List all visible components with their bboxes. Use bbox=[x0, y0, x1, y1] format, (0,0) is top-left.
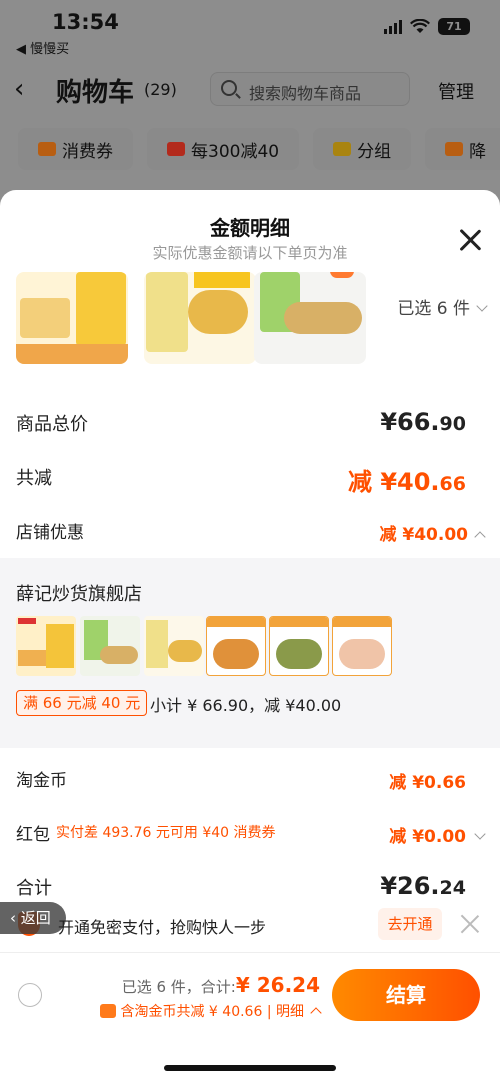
folder-icon bbox=[333, 142, 352, 156]
sheet-title: 金额明细 bbox=[210, 216, 290, 240]
search-icon bbox=[221, 80, 237, 96]
product-thumbnail bbox=[269, 616, 329, 676]
discount-icon bbox=[167, 142, 185, 156]
select-all-checkbox[interactable] bbox=[18, 983, 42, 1007]
filter-chips: 消费券 每300减40 分组 降 bbox=[18, 128, 500, 170]
home-indicator bbox=[164, 1065, 336, 1071]
price-drop-icon bbox=[445, 142, 464, 156]
status-icons: 71 bbox=[384, 18, 470, 35]
discount-detail-link[interactable]: 含淘金币共减 ¥ 40.66 | 明细 bbox=[100, 1001, 322, 1021]
shop-discount-details: 薛记炒货旗舰店 满 66 元减 40 元 小计 ¥ 66.90，减 ¥40.00 bbox=[0, 558, 500, 748]
red-packet-label: 红包 bbox=[16, 825, 50, 845]
status-bar: 13:54 ◀ 慢慢买 71 bbox=[0, 0, 500, 60]
goods-total-label: 商品总价 bbox=[16, 414, 88, 435]
banner-close-icon[interactable] bbox=[460, 914, 480, 934]
store-discount-label: 店铺优惠 bbox=[16, 523, 84, 543]
manage-button[interactable]: 管理 bbox=[438, 78, 474, 104]
close-button[interactable] bbox=[458, 228, 482, 252]
sheet-subtitle: 实际优惠金额请以下单页为准 bbox=[152, 244, 348, 262]
cart-page-background: 13:54 ◀ 慢慢买 71 ‹ 购物车 (29) 搜索购物车商品 管理 消费券… bbox=[0, 0, 500, 200]
chip-price-drop[interactable]: 降 bbox=[425, 128, 500, 170]
checkout-bar: 已选 6 件，合计:¥ 26.24 含淘金币共减 ¥ 40.66 | 明细 结算 bbox=[0, 952, 500, 1081]
back-to-app-link[interactable]: ◀ 慢慢买 bbox=[16, 38, 69, 57]
checkout-button[interactable]: 结算 bbox=[332, 969, 480, 1021]
coin-icon bbox=[100, 1004, 117, 1018]
tao-coin-value: 减 ¥0.66 bbox=[389, 773, 466, 793]
product-thumbnail bbox=[332, 616, 392, 676]
chip-coupon[interactable]: 消费券 bbox=[18, 128, 133, 170]
search-placeholder: 搜索购物车商品 bbox=[249, 84, 362, 103]
selected-count-toggle[interactable]: 已选 6 件 bbox=[397, 294, 488, 319]
product-thumbnail bbox=[16, 272, 128, 364]
battery-icon: 71 bbox=[438, 18, 470, 35]
store-discount-toggle[interactable]: 减 ¥40.00 bbox=[379, 520, 486, 545]
return-button[interactable]: ‹ 返回 bbox=[0, 902, 66, 934]
shop-name: 薛记炒货旗舰店 bbox=[16, 584, 142, 605]
cellular-signal-icon bbox=[384, 19, 402, 34]
red-packet-toggle[interactable]: 减 ¥0.00 bbox=[389, 822, 486, 847]
open-now-button[interactable]: 去开通 bbox=[378, 908, 442, 940]
back-button[interactable]: ‹ bbox=[14, 74, 24, 104]
wifi-icon bbox=[410, 19, 430, 33]
product-thumbnail bbox=[254, 272, 366, 364]
selected-products[interactable] bbox=[16, 272, 376, 364]
promo-tag: 满 66 元减 40 元 bbox=[16, 690, 148, 716]
product-thumbnail bbox=[144, 272, 256, 364]
status-time: 13:54 bbox=[52, 10, 119, 34]
product-thumbnail bbox=[206, 616, 266, 676]
product-thumbnail bbox=[16, 616, 76, 676]
chip-discount[interactable]: 每300减40 bbox=[147, 128, 300, 170]
chevron-up-icon bbox=[310, 1007, 322, 1019]
checkout-summary: 已选 6 件，合计:¥ 26.24 bbox=[121, 973, 320, 997]
cart-count: (29) bbox=[144, 80, 177, 99]
product-thumbnail bbox=[80, 616, 140, 676]
grand-total-label: 合计 bbox=[16, 878, 52, 899]
goods-total-value: ¥66.90 bbox=[380, 408, 466, 436]
coupon-icon bbox=[38, 142, 56, 156]
search-input[interactable]: 搜索购物车商品 bbox=[210, 72, 410, 106]
cart-header: ‹ 购物车 (29) 搜索购物车商品 管理 bbox=[0, 66, 500, 114]
checkout-amount: ¥ 26.24 bbox=[235, 973, 320, 997]
chip-group[interactable]: 分组 bbox=[313, 128, 412, 170]
page-title: 购物车 bbox=[56, 78, 135, 108]
product-thumbnail bbox=[144, 616, 204, 676]
grand-total-value: ¥26.24 bbox=[380, 872, 466, 900]
banner-text: 开通免密支付，抢购快人一步 bbox=[58, 918, 267, 937]
tao-coin-label: 淘金币 bbox=[16, 771, 67, 791]
shop-subtotal: 小计 ¥ 66.90，减 ¥40.00 bbox=[150, 696, 342, 715]
total-reduction-value: 减 ¥40.66 bbox=[347, 468, 466, 496]
chevron-up-icon bbox=[474, 531, 486, 543]
chevron-down-icon bbox=[474, 828, 486, 840]
red-packet-note: 实付差 493.76 元可用 ¥40 消费券 bbox=[56, 825, 276, 841]
total-reduction-label: 共减 bbox=[16, 468, 52, 489]
chevron-down-icon bbox=[476, 300, 488, 312]
